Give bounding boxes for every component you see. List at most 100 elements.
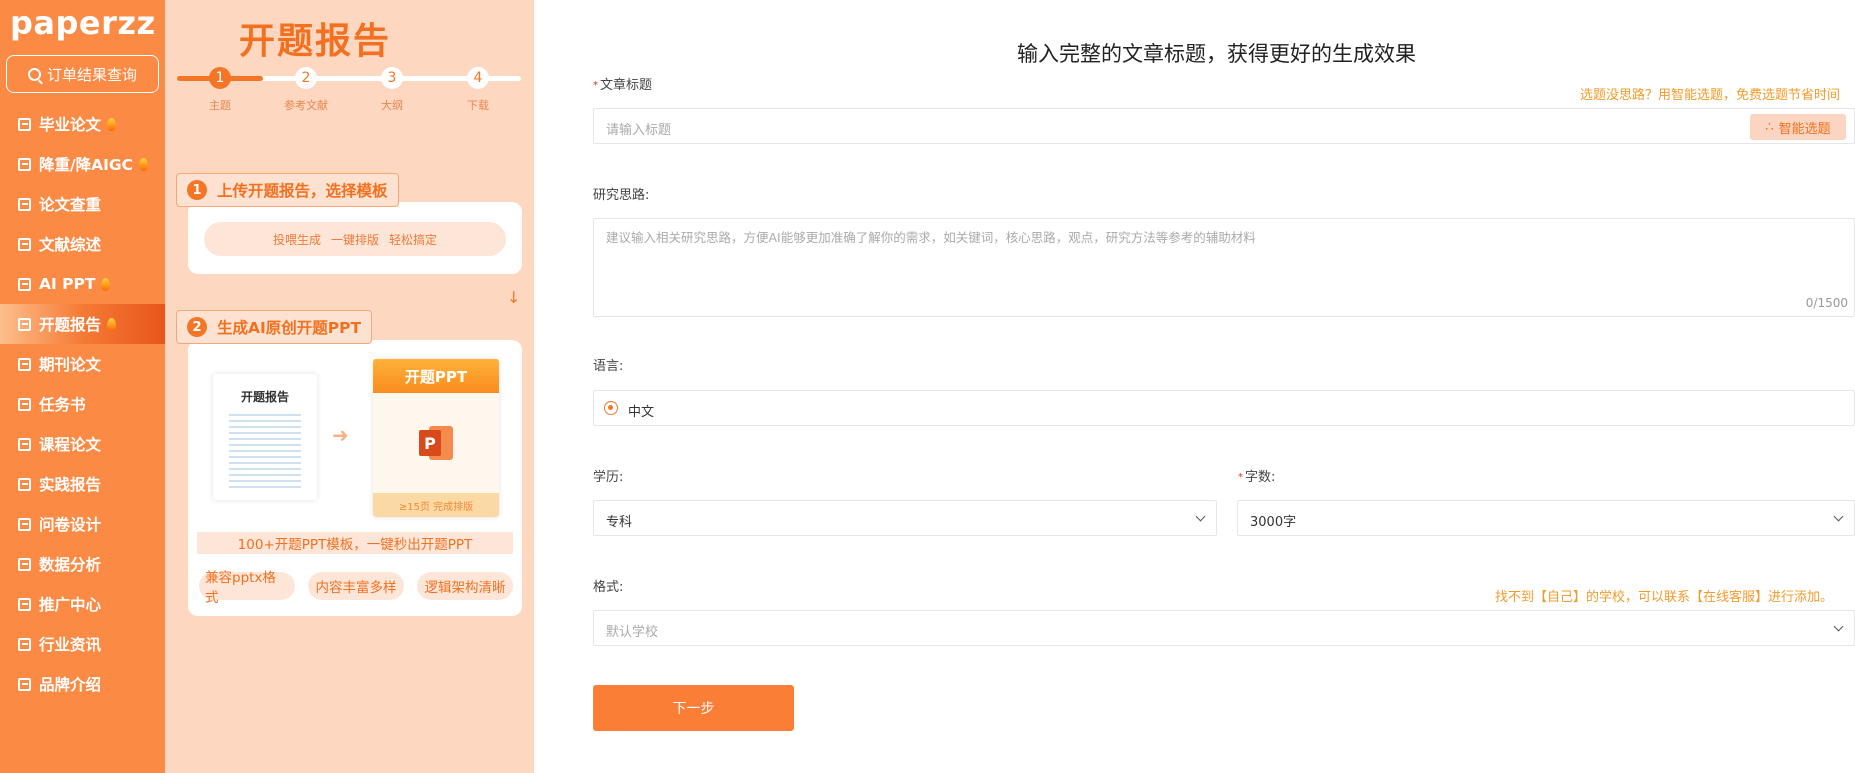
registered-icon	[16, 676, 32, 692]
next-step-button[interactable]: 下一步	[593, 685, 794, 731]
sidebar-item-practice-report[interactable]: 实践报告	[0, 464, 165, 504]
smart-topic-button[interactable]: ∴ 智能选题	[1750, 114, 1846, 140]
idea-placeholder: 建议输入相关研究思路，方便AI能够更加准确了解你的需求，如关键词，核心思路，观点…	[606, 230, 1256, 245]
word-count-field-label: * 字数:	[1238, 466, 1275, 485]
promo-title: 开题报告	[238, 21, 391, 62]
ppt-footer: ≥15页 完成排版	[373, 493, 499, 517]
upload-card: 投喂生成 一键排版 轻松搞定	[188, 202, 522, 274]
feature-chip-pptx: 兼容pptx格式	[199, 570, 295, 606]
search-icon	[27, 67, 41, 81]
fire-icon	[101, 277, 111, 291]
sidebar-nav: 毕业论文 降重/降AIGC 论文查重 文献综述 AI PPT 开题报告 期刊论文…	[0, 104, 165, 704]
news-icon	[16, 636, 32, 652]
document-check-icon	[16, 196, 32, 212]
title-field-label: * 文章标题	[593, 74, 652, 93]
pill-text: 一键排版	[330, 232, 379, 247]
sidebar-item-label: 开题报告	[39, 316, 102, 334]
sidebar-item-literature-review[interactable]: 文献综述	[0, 224, 165, 264]
chevron-down-icon	[1833, 511, 1844, 522]
sidebar-item-label: 降重/降AIGC	[39, 156, 134, 174]
sidebar-item-ai-ppt[interactable]: AI PPT	[0, 264, 165, 304]
label-text: 文章标题	[600, 78, 653, 93]
degree-select[interactable]: 专科	[593, 500, 1217, 536]
bus-icon	[16, 156, 32, 172]
chart-icon	[16, 556, 32, 572]
word-count-select[interactable]: 3000字	[1237, 500, 1855, 536]
sidebar-item-course-paper[interactable]: 课程论文	[0, 424, 165, 464]
language-radio-chinese[interactable]	[604, 401, 618, 415]
ppt-preview: 开题PPT P ≥15页 完成排版	[373, 359, 499, 517]
fire-icon	[107, 117, 117, 131]
order-search-button[interactable]: 订单结果查询	[6, 55, 159, 93]
sidebar-item-journal[interactable]: 期刊论文	[0, 344, 165, 384]
arrow-right-icon: ➜	[332, 423, 349, 447]
fire-icon	[107, 317, 117, 331]
report-document-preview: 开题报告	[213, 374, 317, 500]
sidebar-item-news[interactable]: 行业资讯	[0, 624, 165, 664]
feature-chip-content: 内容丰富多样	[308, 572, 404, 600]
order-search-label: 订单结果查询	[46, 65, 137, 84]
sidebar: paperzz 订单结果查询 毕业论文 降重/降AIGC 论文查重 文献综述 A…	[0, 0, 165, 773]
feature-chip-logic: 逻辑架构清晰	[417, 572, 513, 600]
sidebar-item-survey[interactable]: 问卷设计	[0, 504, 165, 544]
step-4-dot: 4	[467, 67, 489, 89]
sidebar-item-assignment[interactable]: 任务书	[0, 384, 165, 424]
edit-doc-icon	[16, 436, 32, 452]
sidebar-item-brand[interactable]: 品牌介绍	[0, 664, 165, 704]
sidebar-item-label: 毕业论文	[39, 116, 102, 134]
degree-value: 专科	[606, 515, 633, 530]
step-2-dot: 2	[295, 67, 317, 89]
step-1-label: 主题	[209, 99, 231, 112]
language-field-label: 语言:	[593, 359, 624, 374]
format-select[interactable]: 默认学校	[593, 610, 1855, 646]
smart-topic-label: 智能选题	[1778, 121, 1831, 137]
practice-icon	[16, 476, 32, 492]
title-input[interactable]: 请输入标题 ∴ 智能选题	[593, 108, 1855, 144]
template-banner: 100+开题PPT模板，一键秒出开题PPT	[197, 532, 513, 554]
idea-textarea[interactable]: 建议输入相关研究思路，方便AI能够更加准确了解你的需求，如关键词，核心思路，观点…	[593, 218, 1855, 317]
report-icon	[16, 316, 32, 332]
step-1-dot: 1	[209, 67, 231, 89]
step-3-dot: 3	[381, 67, 403, 89]
pill-text: 投喂生成	[272, 232, 321, 247]
sidebar-item-label: 问卷设计	[39, 516, 102, 534]
degree-field-label: 学历:	[593, 470, 624, 485]
chevron-down-icon	[1833, 621, 1844, 632]
section-1-number: 1	[187, 180, 207, 200]
format-field-label: 格式:	[593, 580, 624, 595]
language-radio-group: 中文	[593, 390, 1855, 426]
powerpoint-icon: P	[419, 426, 453, 460]
graduation-cap-icon	[16, 116, 32, 132]
section-2-number: 2	[187, 317, 207, 337]
sidebar-item-label: 论文查重	[39, 196, 102, 214]
step-3-label: 大纲	[381, 99, 403, 112]
share-icon: ∴	[1765, 119, 1774, 135]
clipboard-icon	[16, 396, 32, 412]
school-contact-hint[interactable]: 找不到【自己】的学校，可以联系【在线客服】进行添加。	[1495, 586, 1833, 605]
fire-icon	[139, 157, 149, 171]
ppt-title: 开题PPT	[373, 359, 499, 393]
step-4-label: 下载	[467, 99, 489, 112]
idea-field-label: 研究思路:	[593, 188, 650, 203]
sidebar-item-promotion[interactable]: 推广中心	[0, 584, 165, 624]
sidebar-item-label: 期刊论文	[39, 356, 102, 374]
language-option-label[interactable]: 中文	[628, 401, 654, 420]
section-1-title: 上传开题报告，选择模板	[217, 182, 388, 200]
required-mark: *	[593, 80, 598, 91]
doc-lines	[229, 414, 301, 492]
sidebar-item-thesis[interactable]: 毕业论文	[0, 104, 165, 144]
sidebar-item-data-analysis[interactable]: 数据分析	[0, 544, 165, 584]
logo[interactable]: paperzz	[10, 4, 156, 42]
section-1-tag: 1 上传开题报告，选择模板	[176, 173, 399, 207]
sidebar-item-reduce-aigc[interactable]: 降重/降AIGC	[0, 144, 165, 184]
sidebar-item-proposal[interactable]: 开题报告	[0, 304, 165, 344]
section-2-title: 生成AI原创开题PPT	[217, 319, 362, 337]
sidebar-item-label: 文献综述	[39, 236, 102, 254]
grid-icon	[16, 596, 32, 612]
sidebar-item-plagiarism-check[interactable]: 论文查重	[0, 184, 165, 224]
promo-panel: 开题报告 1 2 3 4 主题 参考文献 大纲 下载 投喂生成 一键排版 轻松搞…	[165, 0, 534, 773]
survey-icon	[16, 516, 32, 532]
chevron-down-icon	[1195, 511, 1206, 522]
smart-topic-hint[interactable]: 选题没思路？用智能选题，免费选题节省时间	[1580, 84, 1840, 103]
book-icon	[16, 236, 32, 252]
